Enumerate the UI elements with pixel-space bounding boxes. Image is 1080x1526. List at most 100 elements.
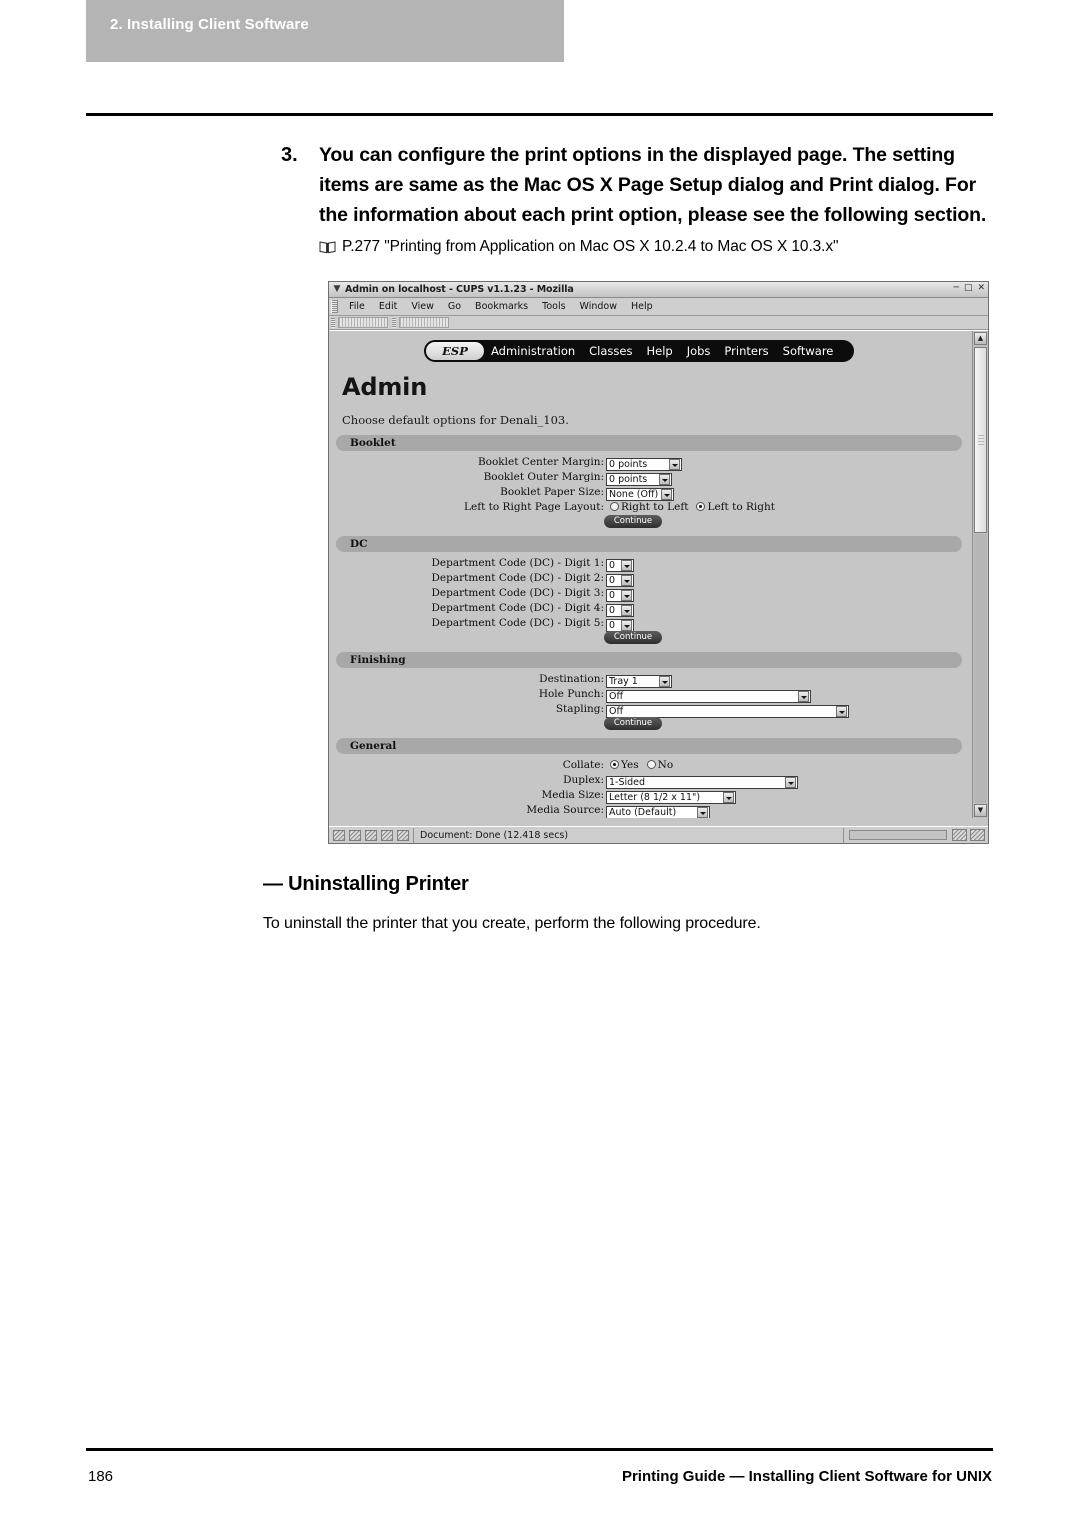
step-block: 3. You can configure the print options i… xyxy=(281,140,993,257)
window-menu-icon[interactable]: ▼ xyxy=(329,285,345,294)
chevron-down-icon[interactable] xyxy=(785,777,796,788)
footer-page-number: 186 xyxy=(88,1468,114,1485)
nav-link-help[interactable]: Help xyxy=(639,344,679,358)
chevron-down-icon[interactable] xyxy=(621,590,632,601)
statusbar-message: Document: Done (12.418 secs) xyxy=(414,827,844,843)
form-row: Left to Right Page Layout: Right to Left L… xyxy=(336,499,962,514)
browser-titlebar: ▼ Admin on localhost - CUPS v1.1.23 - Mo… xyxy=(329,282,988,298)
progress-bar xyxy=(849,830,947,840)
close-icon[interactable]: ✕ xyxy=(977,283,985,294)
chevron-down-icon[interactable] xyxy=(659,676,670,687)
image-icon[interactable] xyxy=(381,829,393,841)
chevron-down-icon[interactable] xyxy=(836,706,847,717)
radio-label[interactable]: Yes xyxy=(621,759,639,771)
radio-button[interactable] xyxy=(696,502,706,511)
scroll-up-icon[interactable]: ▲ xyxy=(974,332,987,345)
cups-admin-page: ESP Administration Classes Help Jobs Pri… xyxy=(329,331,972,818)
field-label: Media Size: xyxy=(541,788,604,801)
security-icon[interactable] xyxy=(970,829,985,841)
select-booklet-paper-size[interactable]: None (Off) xyxy=(606,488,674,501)
field-label: Hole Punch: xyxy=(538,687,604,700)
footer-title: Printing Guide — Installing Client Softw… xyxy=(621,1468,992,1485)
section-body-booklet: Booklet Center Margin: 0 points Booklet Ou… xyxy=(336,451,962,528)
menubar-grip[interactable] xyxy=(331,300,338,313)
esp-brand-button[interactable]: ESP xyxy=(426,342,484,360)
nav-link-software[interactable]: Software xyxy=(776,344,841,358)
maximize-icon[interactable]: □ xyxy=(964,283,973,294)
radio-label[interactable]: Right to Left xyxy=(621,501,688,513)
vertical-scrollbar[interactable]: ▲ ▼ xyxy=(972,331,988,818)
chevron-down-icon[interactable] xyxy=(697,807,708,818)
cross-reference: P.277 "Printing from Application on Mac … xyxy=(319,237,993,257)
field-label: Department Code (DC) - Digit 2: xyxy=(431,571,604,584)
field-control: Off xyxy=(606,699,849,718)
java-icon[interactable] xyxy=(397,829,409,841)
field-label: Department Code (DC) - Digit 4: xyxy=(431,601,604,614)
nav-link-jobs[interactable]: Jobs xyxy=(680,344,718,358)
chevron-down-icon[interactable] xyxy=(798,691,809,702)
chevron-down-icon[interactable] xyxy=(723,792,734,803)
menu-view[interactable]: View xyxy=(404,301,441,312)
section-body-general: Collate: Yes No Duplex: 1-Sided Media Size: Le… xyxy=(336,754,962,818)
chevron-down-icon[interactable] xyxy=(621,620,632,631)
menu-file[interactable]: File xyxy=(342,301,372,312)
browser-window-screenshot: ▼ Admin on localhost - CUPS v1.1.23 - Mo… xyxy=(328,281,989,844)
select-media-source[interactable]: Auto (Default) xyxy=(606,806,710,818)
field-label: Collate: xyxy=(562,758,604,771)
field-label: Booklet Outer Margin: xyxy=(483,470,604,483)
menu-bookmarks[interactable]: Bookmarks xyxy=(468,301,535,312)
form-row: Department Code (DC) - Digit 1: 0 xyxy=(336,555,962,572)
field-label: Department Code (DC) - Digit 3: xyxy=(431,586,604,599)
page-title: Admin xyxy=(342,373,428,401)
cups-navbar: ESP Administration Classes Help Jobs Pri… xyxy=(424,340,854,362)
scroll-down-icon[interactable]: ▼ xyxy=(974,804,987,817)
options-sections: Booklet Booklet Center Margin: 0 points Boo… xyxy=(336,435,962,818)
section-body-finishing: Destination: Tray 1 Hole Punch: Off Stapling… xyxy=(336,668,962,730)
section-body-dc: Department Code (DC) - Digit 1: 0 Departme… xyxy=(336,552,962,644)
continue-row: Continue xyxy=(336,631,962,644)
chevron-down-icon[interactable] xyxy=(661,489,672,500)
menu-edit[interactable]: Edit xyxy=(372,301,404,312)
scrollbar-thumb[interactable] xyxy=(974,347,987,533)
scrollbar-track[interactable] xyxy=(974,534,987,803)
connection-icon[interactable] xyxy=(952,829,967,841)
nav-link-administration[interactable]: Administration xyxy=(484,344,582,358)
menu-window[interactable]: Window xyxy=(573,301,624,312)
popup-icon[interactable] xyxy=(349,829,361,841)
radio-button[interactable] xyxy=(610,502,619,511)
continue-row: Continue xyxy=(336,515,962,528)
select-value: Off xyxy=(609,706,624,717)
continue-button[interactable]: Continue xyxy=(604,515,662,528)
radio-button[interactable] xyxy=(610,760,619,769)
menu-help[interactable]: Help xyxy=(624,301,660,312)
chevron-down-icon[interactable] xyxy=(669,459,680,470)
form-row: Stapling: Off xyxy=(336,699,962,718)
menu-go[interactable]: Go xyxy=(441,301,468,312)
minimize-icon[interactable]: ─ xyxy=(954,283,959,294)
cookie-icon[interactable] xyxy=(333,829,345,841)
radio-label[interactable]: No xyxy=(658,759,674,771)
continue-button[interactable]: Continue xyxy=(604,717,662,730)
footer-rule xyxy=(86,1448,993,1451)
bookmark-chip-2[interactable] xyxy=(399,317,449,328)
continue-button[interactable]: Continue xyxy=(604,631,662,644)
radio-button[interactable] xyxy=(646,760,656,769)
chevron-down-icon[interactable] xyxy=(621,605,632,616)
chevron-down-icon[interactable] xyxy=(621,575,632,586)
bookmark-chip[interactable] xyxy=(338,317,388,328)
chevron-down-icon[interactable] xyxy=(659,474,670,485)
menu-tools[interactable]: Tools xyxy=(535,301,572,312)
form-row: Booklet Paper Size: None (Off) xyxy=(336,484,962,501)
toolbar-grip[interactable] xyxy=(331,317,335,328)
radio-label[interactable]: Left to Right xyxy=(707,501,774,513)
chevron-down-icon[interactable] xyxy=(621,560,632,571)
field-label: Media Source: xyxy=(526,803,604,816)
nav-link-printers[interactable]: Printers xyxy=(717,344,775,358)
header-rule xyxy=(86,113,993,116)
toolbar-grip-2[interactable] xyxy=(392,317,396,328)
nav-link-classes[interactable]: Classes xyxy=(582,344,639,358)
statusbar-icon-group xyxy=(329,827,414,843)
edit-icon[interactable] xyxy=(365,829,377,841)
subsection-title: — Uninstalling Printer xyxy=(263,873,469,895)
field-control: Yes No xyxy=(606,759,677,771)
